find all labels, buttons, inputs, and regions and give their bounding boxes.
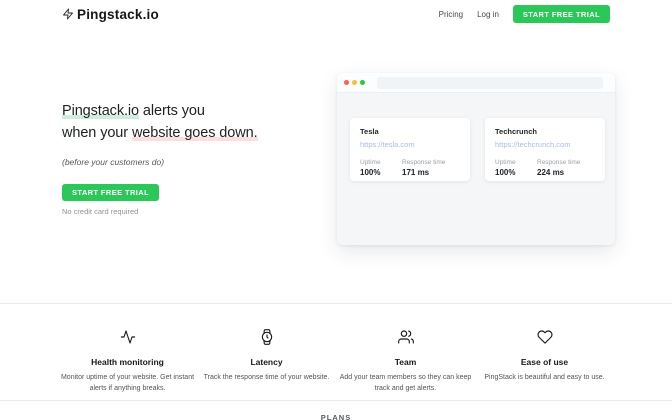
plans-label: PLANS (0, 413, 672, 420)
feature-title: Health monitoring (58, 357, 197, 367)
watch-icon (197, 329, 336, 350)
feature-health-monitoring: Health monitoring Monitor uptime of your… (58, 329, 197, 394)
hero-highlight-brand: Pingstack.io (62, 103, 139, 119)
monitor-url: https://tesla.com (360, 140, 462, 149)
brand-name: Pingstack.io (77, 7, 159, 22)
hero-highlight-downtime: website goes down. (132, 125, 258, 141)
header-cta-button[interactable]: START FREE TRIAL (513, 5, 610, 23)
traffic-light-close-icon (344, 80, 349, 85)
response-time-value: 171 ms (402, 168, 445, 177)
brand-logo[interactable]: Pingstack.io (62, 7, 159, 22)
uptime-stat: Uptime 100% (495, 159, 537, 177)
feature-description: PingStack is beautiful and easy to use. (477, 373, 613, 384)
hero-heading-line2-prefix: when your (62, 125, 132, 141)
landing-page: Pingstack.io Pricing Log in START FREE T… (0, 0, 672, 420)
feature-title: Team (336, 357, 475, 367)
feature-latency: Latency Track the response time of your … (197, 329, 336, 394)
feature-title: Latency (197, 357, 336, 367)
activity-icon (58, 329, 197, 350)
feature-title: Ease of use (475, 357, 614, 367)
feature-team: Team Add your team members so they can k… (336, 329, 475, 394)
monitor-card-tesla: Tesla https://tesla.com Uptime 100% Resp… (350, 118, 470, 181)
hero-heading-line2: when your website goes down. (62, 122, 258, 144)
monitor-stats: Uptime 100% Response time 224 ms (495, 159, 597, 177)
feature-description: Add your team members so they can keep t… (338, 373, 474, 394)
hero-subheading: (before your customers do) (62, 157, 258, 167)
hero-cta-note: No credit card required (62, 207, 258, 216)
hero-heading-line1: Pingstack.io alerts you (62, 100, 258, 122)
uptime-value: 100% (495, 168, 537, 177)
hero-text-block: Pingstack.io alerts you when your websit… (62, 100, 258, 216)
uptime-label: Uptime (495, 159, 537, 166)
features-section: Health monitoring Monitor uptime of your… (0, 303, 672, 394)
browser-url-bar (377, 77, 603, 89)
browser-titlebar (337, 73, 615, 93)
feature-ease-of-use: Ease of use PingStack is beautiful and e… (475, 329, 614, 394)
response-time-stat: Response time 224 ms (537, 159, 580, 177)
uptime-label: Uptime (360, 159, 402, 166)
hero-heading: Pingstack.io alerts you when your websit… (62, 100, 258, 144)
monitor-card-techcrunch: Techcrunch https://techcrunch.com Uptime… (485, 118, 605, 181)
monitor-title: Techcrunch (495, 127, 597, 136)
feature-description: Monitor uptime of your website. Get inst… (60, 373, 196, 394)
response-time-label: Response time (402, 159, 445, 166)
header: Pingstack.io Pricing Log in START FREE T… (0, 0, 672, 28)
response-time-label: Response time (537, 159, 580, 166)
hero-cta-button[interactable]: START FREE TRIAL (62, 184, 159, 201)
uptime-stat: Uptime 100% (360, 159, 402, 177)
zap-icon (62, 8, 74, 20)
response-time-value: 224 ms (537, 168, 580, 177)
heart-icon (475, 329, 614, 350)
browser-content: Tesla https://tesla.com Uptime 100% Resp… (337, 93, 615, 181)
monitor-title: Tesla (360, 127, 462, 136)
nav-link-pricing[interactable]: Pricing (439, 10, 463, 19)
users-icon (336, 329, 475, 350)
monitor-stats: Uptime 100% Response time 171 ms (360, 159, 462, 177)
hero-section: Pingstack.io alerts you when your websit… (0, 28, 672, 303)
uptime-value: 100% (360, 168, 402, 177)
traffic-light-zoom-icon (360, 80, 365, 85)
hero-heading-line1-rest: alerts you (139, 103, 205, 119)
plans-section: PLANS (0, 400, 672, 420)
browser-mockup: Tesla https://tesla.com Uptime 100% Resp… (337, 73, 615, 245)
traffic-light-minimize-icon (352, 80, 357, 85)
response-time-stat: Response time 171 ms (402, 159, 445, 177)
header-nav: Pricing Log in START FREE TRIAL (439, 5, 610, 23)
monitor-url: https://techcrunch.com (495, 140, 597, 149)
feature-description: Track the response time of your website. (199, 373, 335, 384)
nav-link-login[interactable]: Log in (477, 10, 499, 19)
